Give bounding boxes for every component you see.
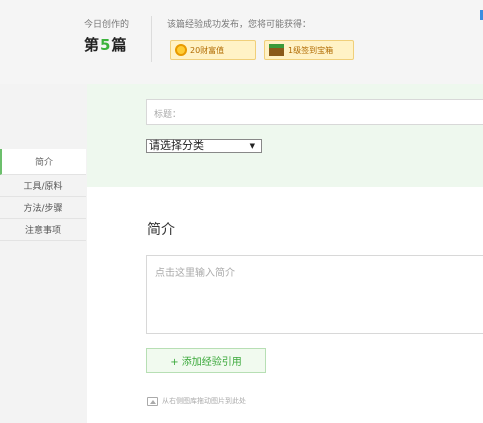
intro-heading: 简介 bbox=[147, 222, 175, 238]
drag-hint-text: 从右侧图库拖动图片到此处 bbox=[162, 397, 246, 405]
chevron-down-icon: ▼ bbox=[249, 142, 255, 150]
category-select-value: 请选择分类 bbox=[149, 139, 204, 152]
intro-textarea[interactable]: 点击这里输入简介 bbox=[146, 255, 483, 334]
count-number: 5 bbox=[100, 36, 112, 54]
header: 今日创作的 第5篇 该篇经验成功发布，您将可能获得： 20财富值 1级签到宝箱 bbox=[0, 0, 483, 84]
today-label: 今日创作的 bbox=[84, 20, 130, 30]
header-divider bbox=[151, 16, 152, 62]
nav-item-intro[interactable]: 简介 bbox=[0, 149, 86, 175]
nav-item-tools[interactable]: 工具/原料 bbox=[0, 175, 86, 197]
treasure-reward-label: 1级签到宝箱 bbox=[288, 45, 334, 55]
count-suffix: 篇 bbox=[111, 36, 128, 54]
image-drop-zone[interactable]: 从右侧图库拖动图片到此处 bbox=[147, 396, 246, 406]
nav-item-steps[interactable]: 方法/步骤 bbox=[0, 197, 86, 219]
treasure-chest-icon bbox=[269, 44, 284, 56]
count-prefix: 第 bbox=[84, 36, 101, 54]
coin-icon bbox=[175, 44, 187, 56]
nav-item-notes[interactable]: 注意事项 bbox=[0, 219, 86, 241]
wealth-reward-label: 20财富值 bbox=[190, 45, 225, 55]
title-input[interactable]: 标题： bbox=[146, 99, 483, 125]
category-select[interactable]: 请选择分类 ▼ bbox=[146, 139, 262, 153]
section-nav: 简介 工具/原料 方法/步骤 注意事项 bbox=[0, 149, 86, 241]
treasure-reward-badge: 1级签到宝箱 bbox=[264, 40, 354, 60]
article-count: 第5篇 bbox=[84, 34, 127, 55]
image-icon bbox=[147, 396, 158, 406]
wealth-reward-badge: 20财富值 bbox=[170, 40, 256, 60]
add-reference-button[interactable]: + 添加经验引用 bbox=[146, 348, 266, 373]
reward-hint: 该篇经验成功发布，您将可能获得： bbox=[167, 20, 312, 30]
